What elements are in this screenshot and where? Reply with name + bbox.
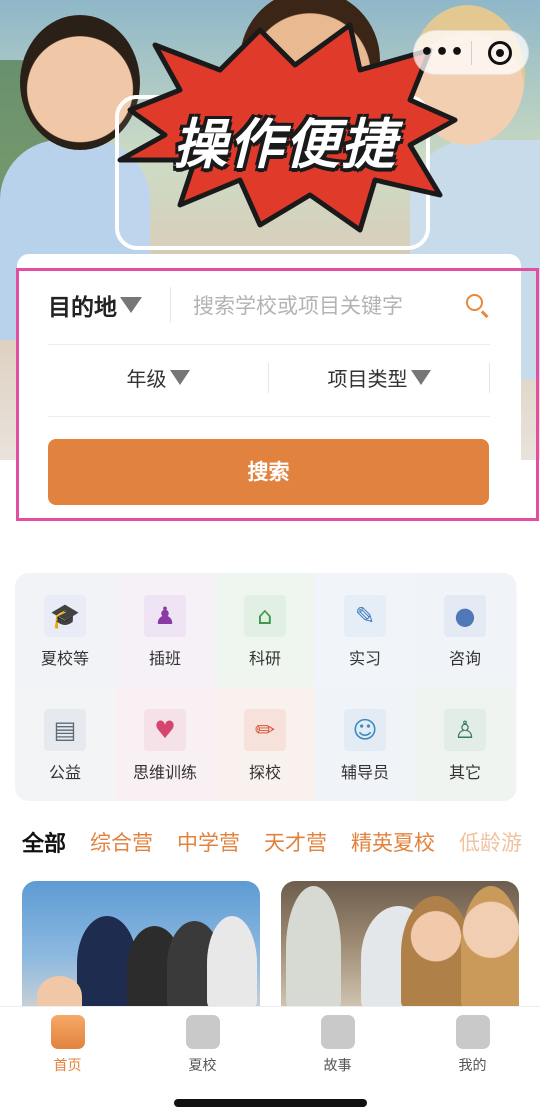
category-item-summer-school[interactable]: 🎓 夏校等 (15, 573, 115, 687)
tabbar-label: 故事 (323, 1058, 352, 1074)
category-grid: 🎓 夏校等 ♟ 插班 ⌂ 科研 ✎ 实习 ● 咨询 ▤ 公益 ♥ 思维训练 ✏ … (15, 573, 517, 801)
target-close-icon[interactable] (472, 40, 528, 65)
program-card-photo[interactable] (22, 881, 260, 1006)
grade-selector[interactable]: 年级 (48, 363, 268, 392)
divider (48, 344, 490, 345)
document-pen-icon: ▤ (53, 716, 77, 744)
person-book-icon: ♙ (454, 716, 476, 744)
graduation-cap-icon: 🎓 (50, 602, 80, 630)
tabbar-item-me[interactable]: 我的 (405, 1015, 540, 1075)
filter-row: 年级 项目类型 (48, 355, 490, 400)
divider (489, 362, 490, 393)
tabbar-item-summer-school[interactable]: 夏校 (135, 1015, 270, 1075)
heart-chat-icon (320, 1015, 355, 1049)
student-figure (461, 886, 519, 1006)
tab-gifted[interactable]: 天才营 (264, 827, 327, 857)
search-icon[interactable] (464, 292, 490, 318)
category-item-other[interactable]: ♙ 其它 (415, 687, 515, 801)
category-label: 辅导员 (340, 763, 389, 782)
category-item-internship[interactable]: ✎ 实习 (315, 573, 415, 687)
category-label: 夏校等 (40, 649, 89, 668)
category-item-school-visit[interactable]: ✏ 探校 (215, 687, 315, 801)
grade-label: 年级 (126, 367, 167, 391)
destination-selector[interactable]: 目的地 (48, 288, 142, 322)
category-label: 插班 (148, 649, 181, 668)
school-building-icon: ⌂ (257, 602, 273, 630)
project-type-label: 项目类型 (327, 367, 408, 391)
student-figure (37, 976, 82, 1006)
home-indicator (174, 1099, 367, 1107)
home-icon (50, 1015, 85, 1049)
category-item-mentor[interactable]: ☺ 辅导员 (315, 687, 415, 801)
heart-shield-icon: ♥ (154, 716, 176, 744)
search-row: 目的地 搜索学校或项目关键字 (48, 275, 490, 335)
destination-label: 目的地 (48, 295, 117, 321)
category-label: 咨询 (448, 649, 481, 668)
teacher-podium-icon: ♟ (154, 602, 176, 630)
more-dots-icon[interactable]: ••• (414, 30, 471, 75)
category-label: 思维训练 (132, 763, 197, 782)
category-item-research[interactable]: ⌂ 科研 (215, 573, 315, 687)
tabbar-label: 我的 (458, 1058, 487, 1074)
tabbar-item-home[interactable]: 首页 (0, 1015, 135, 1075)
miniprogram-capsule: ••• (413, 30, 529, 75)
tab-young-travel[interactable]: 低龄游 (459, 827, 522, 857)
program-card-photo[interactable] (281, 881, 519, 1006)
profile-icon (455, 1015, 490, 1049)
category-label: 探校 (248, 763, 281, 782)
consultant-icon: ● (454, 602, 476, 630)
pencil-icon: ✏ (254, 716, 276, 744)
category-label: 其它 (448, 763, 481, 782)
category-item-consult[interactable]: ● 咨询 (415, 573, 515, 687)
keyword-search-input[interactable]: 搜索学校或项目关键字 (193, 290, 464, 320)
category-item-transfer[interactable]: ♟ 插班 (115, 573, 215, 687)
caret-down-icon (120, 297, 142, 313)
category-label: 科研 (248, 649, 281, 668)
divider (48, 416, 490, 417)
category-label: 公益 (48, 763, 81, 782)
search-button[interactable]: 搜索 (48, 439, 489, 505)
caret-down-icon (169, 370, 190, 385)
student-figure (207, 916, 257, 1006)
divider (170, 287, 171, 323)
tabbar-label: 夏校 (188, 1058, 217, 1074)
mentor-icon: ☺ (352, 716, 378, 744)
category-item-thinking[interactable]: ♥ 思维训练 (115, 687, 215, 801)
program-tabs: 全部 综合营 中学营 天才营 精英夏校 低龄游 (22, 822, 540, 862)
school-cap-icon (185, 1015, 220, 1049)
tab-middle-school[interactable]: 中学营 (177, 827, 240, 857)
tab-all[interactable]: 全部 (22, 826, 66, 858)
category-item-charity[interactable]: ▤ 公益 (15, 687, 115, 801)
caret-down-icon (410, 370, 431, 385)
tab-elite[interactable]: 精英夏校 (351, 827, 435, 857)
category-label: 实习 (348, 649, 381, 668)
tab-comprehensive[interactable]: 综合营 (90, 827, 153, 857)
stamp-icon: ✎ (354, 602, 376, 630)
promo-headline: 操作便捷 (173, 113, 397, 176)
student-figure (286, 886, 341, 1006)
tabbar-item-stories[interactable]: 故事 (270, 1015, 405, 1075)
project-type-selector[interactable]: 项目类型 (269, 363, 489, 392)
tabbar-label: 首页 (53, 1058, 82, 1074)
